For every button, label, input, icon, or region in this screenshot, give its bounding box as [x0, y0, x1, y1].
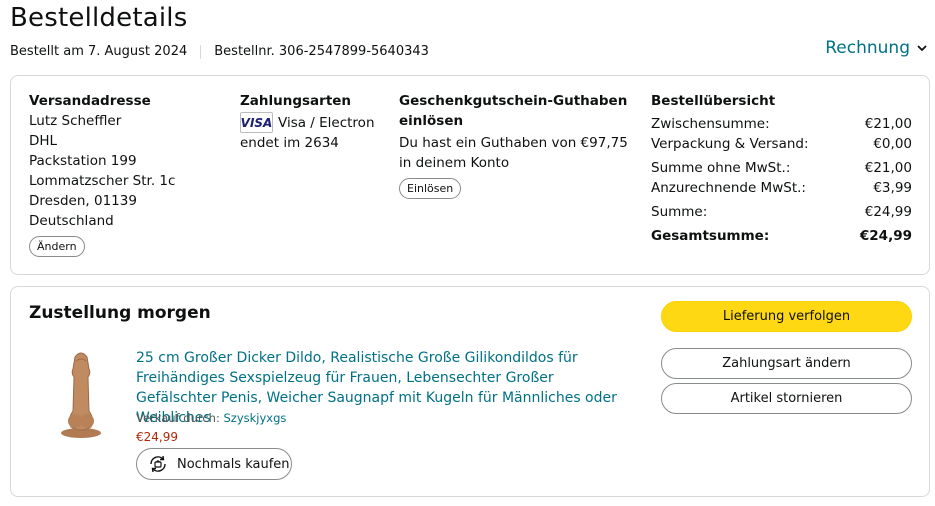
row-value: €0,00 [873, 136, 912, 152]
order-summary-box: Versandadresse Lutz Scheffler DHL Packst… [10, 75, 930, 275]
seller-prefix: Verkauf durch: [136, 411, 220, 425]
track-package-button[interactable]: Lieferung verfolgen [661, 301, 912, 332]
address-line: Deutschland [29, 213, 114, 229]
net-total-row: Summe ohne MwSt.: €21,00 [651, 158, 912, 178]
row-label: Anzurechnende MwSt.: [651, 180, 806, 196]
sum-row: Summe: €24,99 [651, 202, 912, 222]
order-meta: Bestellt am 7. August 2024 Bestellnr. 30… [10, 44, 429, 59]
row-label: Summe ohne MwSt.: [651, 160, 791, 176]
change-payment-button[interactable]: Zahlungsart ändern [661, 348, 912, 379]
row-value: €24,99 [859, 228, 912, 244]
invoice-label: Rechnung [825, 38, 910, 58]
gift-card-balance: Du hast ein Guthaben von €97,75 in deine… [399, 135, 628, 171]
address-line: Packstation 199 [29, 153, 137, 169]
redeem-button[interactable]: Einlösen [399, 178, 462, 199]
product-price: €24,99 [136, 430, 178, 444]
shipping-address-section: Versandadresse Lutz Scheffler DHL Packst… [29, 91, 219, 257]
invoice-dropdown[interactable]: Rechnung [825, 38, 928, 58]
order-number: Bestellnr. 306-2547899-5640343 [214, 44, 429, 59]
grand-total-row: Gesamtsumme: €24,99 [651, 226, 912, 246]
row-value: €21,00 [864, 160, 912, 176]
row-label: Summe: [651, 204, 708, 220]
address-line: Lutz Scheffler [29, 113, 122, 129]
gift-card-heading: Geschenkgutschein-Guthaben einlösen [399, 93, 628, 129]
address-line: Dresden, 01139 [29, 193, 137, 209]
subtotal-row: Zwischensumme: €21,00 [651, 114, 912, 134]
card-type: Visa / Electron [278, 114, 375, 131]
card-ending: endet im 2634 [240, 135, 339, 151]
visa-card-icon: VISA [240, 112, 273, 133]
row-label: Gesamtsumme: [651, 228, 770, 244]
row-label: Verpackung & Versand: [651, 136, 809, 152]
address-line: DHL [29, 133, 58, 149]
payment-heading: Zahlungsarten [240, 93, 352, 109]
buy-again-button[interactable]: Nochmals kaufen [136, 448, 292, 480]
buy-again-icon [150, 455, 166, 473]
delivery-status-heading: Zustellung morgen [29, 303, 211, 323]
seller-link[interactable]: Szyskjyxgs [223, 411, 286, 425]
seller-info: Verkauf durch: Szyskjyxgs [136, 411, 286, 425]
row-value: €3,99 [873, 180, 912, 196]
address-line: Lommatzscher Str. 1c [29, 173, 176, 189]
order-date: Bestellt am 7. August 2024 [10, 44, 188, 59]
row-label: Zwischensumme: [651, 116, 770, 132]
product-image[interactable] [55, 349, 107, 439]
shipment-box: Zustellung morgen 25 cm Großer Dicker Di… [10, 286, 930, 497]
cancel-item-button[interactable]: Artikel stornieren [661, 383, 912, 414]
gift-card-section: Geschenkgutschein-Guthaben einlösen Du h… [399, 91, 639, 199]
change-address-button[interactable]: Ändern [29, 236, 85, 257]
shipping-cost-row: Verpackung & Versand: €0,00 [651, 134, 912, 154]
shipping-heading: Versandadresse [29, 93, 151, 109]
vat-row: Anzurechnende MwSt.: €3,99 [651, 178, 912, 198]
row-value: €21,00 [864, 116, 912, 132]
overview-heading: Bestellübersicht [651, 93, 776, 109]
meta-divider [200, 44, 202, 59]
chevron-down-icon [917, 45, 927, 52]
buy-again-label: Nochmals kaufen [177, 456, 290, 472]
page-title: Bestelldetails [10, 3, 188, 33]
row-value: €24,99 [864, 204, 912, 220]
order-overview-section: Bestellübersicht Zwischensumme: €21,00 V… [651, 91, 912, 246]
payment-section: Zahlungsarten VISA Visa / Electron endet… [240, 91, 390, 153]
